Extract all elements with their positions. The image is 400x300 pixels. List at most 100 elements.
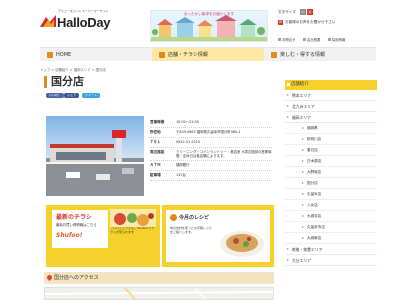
sidebar-store-item[interactable]: 白木原店 [285, 156, 377, 167]
sidebar-store-item[interactable]: 那珂川店 [285, 134, 377, 145]
nav-stores[interactable]: 店舗・チラシ情報 [152, 47, 264, 61]
sidebar-store-item[interactable]: 大野城店 [285, 167, 377, 178]
store-info-table: 営業時間 10:00～22:00 所在地 〒839-0863 福岡県久留米市国分… [150, 118, 272, 182]
nav-fun[interactable]: 楽しむ・得する情報 [264, 47, 376, 61]
global-nav: HOME 店舗・チラシ情報 楽しむ・得する情報 [40, 47, 376, 61]
sidebar-area-oita[interactable]: 大分エリア [285, 255, 377, 266]
chevron-right-icon [287, 105, 289, 107]
shufoo-logo: Shufoo! [56, 232, 83, 239]
sidebar-store-item[interactable]: 久留米店 [285, 189, 377, 200]
sidebar-area-label: 北九州エリア [292, 104, 315, 109]
store-list-icon [287, 83, 290, 86]
recipe-icon [170, 214, 177, 221]
like-button[interactable]: いいね！ [46, 93, 65, 98]
home-icon [47, 52, 53, 58]
info-row-facilities: 周辺施設 クリーニング・コインランドリー・美容室 ※周辺施設の営業時間・定休日は… [150, 148, 272, 162]
font-size-small-button[interactable]: 小 [300, 9, 306, 15]
header-utilities: 文字サイズ 小 大 ✉ お客様のお声をお聞かせ下さい お問合せ 会社概要 採用情報 [278, 9, 378, 44]
info-value: 福岡銀行 [176, 163, 190, 168]
sidebar-store-label: 久留米市店 [307, 225, 325, 229]
sidebar-store-label: 大城寺店 [307, 214, 322, 218]
nav-stores-label: 店舗・チラシ情報 [168, 52, 208, 58]
feedback-link[interactable]: ✉ お客様のお声をお聞かせ下さい [278, 20, 335, 25]
sidebar-store-item[interactable]: 八女店 [285, 200, 377, 211]
recipe-banner[interactable]: 今月のレシピ 旬の食材を使ったお手軽レシピをご紹介します。 [162, 205, 274, 267]
access-map[interactable] [44, 287, 274, 300]
chevron-right-icon [287, 248, 289, 250]
sidebar-store-label: 春日店 [307, 148, 318, 152]
chevron-right-icon [302, 193, 304, 195]
site-header: アミューズメントスーパーマーケット HalloDay あったかい食卓をお届けしま… [0, 0, 400, 44]
chirashi-card: 最新のチラシ 最新お買い得情報はこちら Shufoo! [52, 210, 108, 248]
sidebar-store-item[interactable]: 春日店 [285, 145, 377, 156]
info-key: 所在地 [150, 130, 161, 134]
sidebar-area-kumamoto[interactable]: 熊本エリア [285, 90, 377, 101]
chevron-right-icon [302, 215, 304, 217]
share-button[interactable]: シェア [64, 93, 80, 98]
sidebar-store-item[interactable]: 福岡県 [285, 123, 377, 134]
sidebar-area-label: 福岡エリア [292, 115, 311, 120]
sidebar-store-item[interactable]: 大城寺店 [285, 211, 377, 222]
sidebar-area-kitakyushu[interactable]: 北九州エリア [285, 101, 377, 112]
font-size-large-button[interactable]: 大 [307, 9, 313, 15]
bullet-icon [327, 38, 331, 41]
sidebar-store-label: 那珂川店 [307, 137, 322, 141]
bullet-icon [278, 38, 281, 41]
shop-icon [159, 52, 165, 58]
info-key: 周辺施設 [150, 150, 165, 154]
chirashi-banner[interactable]: 最新のチラシ 最新お買い得情報はこちら Shufoo! 「いいシュフさん」Shu… [46, 205, 160, 267]
sidebar-store-label: 国分店 [307, 181, 318, 185]
info-key: ＴＥＬ [150, 140, 161, 144]
tweet-button[interactable]: ツイート [82, 93, 101, 98]
company-link[interactable]: 会社概要 [302, 37, 320, 42]
info-value: クリーニング・コインランドリー・美容室 ※周辺施設の営業時間・定休日は各店舗によ… [176, 150, 272, 159]
info-key: ＡＴＭ [150, 163, 161, 168]
chevron-right-icon [302, 237, 304, 239]
sidebar-store-item[interactable]: 国分店 [285, 178, 377, 189]
info-row-parking: 駐車場 132台 [150, 171, 272, 182]
mail-icon: ✉ [278, 20, 283, 25]
page-title: 国分店 [44, 76, 84, 88]
nav-home[interactable]: HOME [40, 47, 152, 61]
food-photo [110, 209, 156, 227]
contact-link[interactable]: お問合せ [278, 37, 296, 42]
sidebar-store-label: 八女店 [307, 203, 318, 207]
chirashi-title: 最新のチラシ [56, 214, 92, 221]
feedback-link-text: お客様のお声をお聞かせ下さい [285, 20, 336, 24]
sidebar-store-item[interactable]: 久留米市店 [285, 222, 377, 233]
sidebar-area-fukuoka[interactable]: 福岡エリア [285, 112, 377, 123]
recipe-text: 旬の食材を使ったお手軽レシピをご紹介します。 [170, 226, 213, 234]
header-banner[interactable]: あったかい食卓をお届けします [150, 10, 268, 42]
chevron-right-icon [287, 94, 289, 96]
sidebar-area-label: 熊本エリア [292, 93, 311, 98]
sidebar-area-chikugo[interactable]: 筑後・筑豊エリア [285, 244, 377, 255]
logo-text: HalloDay [57, 15, 111, 30]
recruit-link[interactable]: 採用情報 [327, 37, 346, 42]
logo[interactable]: アミューズメントスーパーマーケット HalloDay [40, 9, 132, 36]
recruit-link-text: 採用情報 [331, 38, 346, 42]
access-heading: 国分店へのアクセス [44, 272, 274, 284]
recipe-card: 今月のレシピ 旬の食材を使ったお手軽レシピをご紹介します。 [166, 210, 270, 262]
sidebar-header: 店舗紹介 [285, 80, 377, 90]
info-key: 駐車場 [150, 173, 161, 178]
sidebar-store-item[interactable]: 大城東店 [285, 233, 377, 244]
info-row-atm: ＡＴＭ 福岡銀行 [150, 161, 272, 172]
info-value: 〒839-0863 福岡県久留米市国分町980-1 [176, 130, 241, 134]
map-pin-icon [45, 273, 54, 282]
bullet-icon [302, 38, 306, 41]
breadcrumb: トップ > 店舗紹介 > 福岡エリア > 国分店 [40, 68, 106, 72]
chevron-right-icon [302, 160, 304, 162]
sidebar-title: 店舗紹介 [291, 82, 309, 87]
sidebar-store-label: 白木原店 [307, 159, 322, 163]
nav-home-label: HOME [56, 52, 72, 58]
logo-tagline: アミューズメントスーパーマーケット [58, 9, 109, 13]
access-title: 国分店へのアクセス [54, 275, 99, 281]
sidebar-store-label: 大野城店 [307, 170, 322, 174]
sidebar-store-label: 久留米店 [307, 192, 322, 196]
header-sublinks: お問合せ 会社概要 採用情報 [278, 37, 378, 42]
chevron-right-icon [302, 182, 304, 184]
info-value[interactable]: 0942-51-2210 [176, 138, 272, 147]
page-title-text: 国分店 [51, 75, 84, 88]
logo-mark-icon [40, 15, 56, 27]
sidebar-area-label: 大分エリア [292, 258, 311, 263]
